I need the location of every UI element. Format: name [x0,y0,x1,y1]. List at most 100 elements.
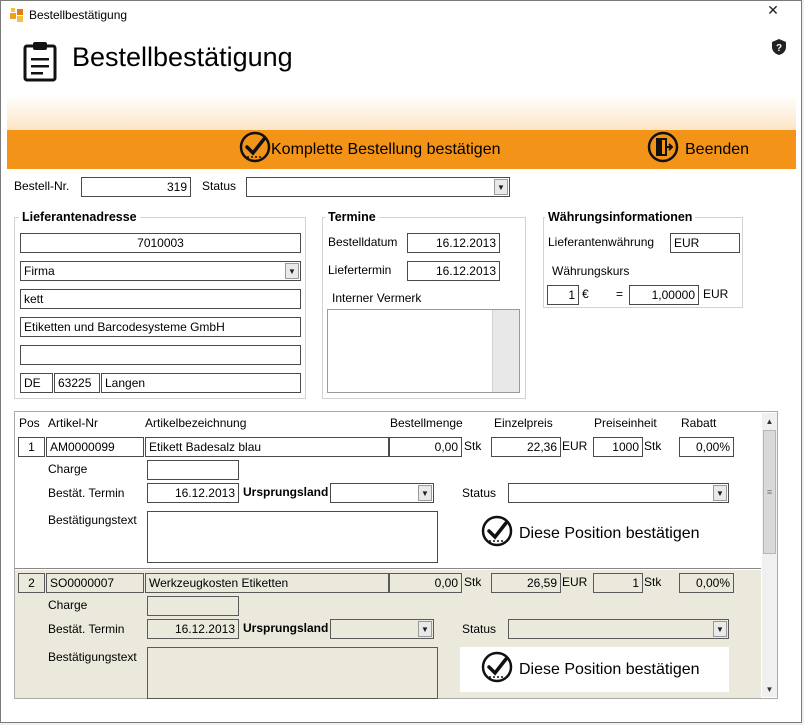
name2-field[interactable]: Etiketten und Barcodesysteme GmbH [20,317,301,337]
clipboard-icon [22,40,58,85]
chevron-down-icon[interactable]: ▼ [418,485,432,501]
confirm-text-field[interactable] [147,511,438,563]
price-unit-label: Stk [644,439,662,453]
salutation-value: Firma [24,264,55,278]
supplier-currency-field[interactable]: EUR [670,233,740,253]
col-article-nr: Artikel-Nr [48,416,98,430]
position-status-label: Status [462,622,497,636]
name1-field[interactable]: kett [20,289,301,309]
confirm-text-label: Bestätigungstext [48,650,137,664]
order-date-field[interactable]: 16.12.2013 [407,233,500,253]
price-currency: EUR [562,575,588,589]
charge-field[interactable] [147,460,239,480]
origin-label: Ursprungsland [243,621,329,635]
discount-field[interactable]: 0,00% [679,573,734,593]
delivery-date-label: Liefertermin [328,263,392,277]
confirm-text-label: Bestätigungstext [48,513,137,527]
equals-sign: = [616,287,624,301]
confirm-date-field[interactable]: 16.12.2013 [147,619,239,639]
pos-field: 1 [18,437,45,457]
supplier-number-field[interactable]: 7010003 [20,233,301,253]
discount-field[interactable]: 0,00% [679,437,734,457]
rate-left-field[interactable]: 1 [547,285,579,305]
status-label: Status [202,179,237,193]
exit-door-icon [647,131,679,168]
delivery-date-field[interactable]: 16.12.2013 [407,261,500,281]
confirm-position-button[interactable]: Diese Position bestätigen [481,515,700,552]
description-field[interactable]: Etikett Badesalz blau [145,437,389,457]
charge-label: Charge [48,462,88,476]
confirm-position-button[interactable]: Diese Position bestätigen [481,651,700,686]
article-nr-field[interactable]: SO0000007 [46,573,144,593]
confirm-date-field[interactable]: 16.12.2013 [147,483,239,503]
position-status-select[interactable]: ▼ [508,483,729,503]
col-unit-price: Einzelpreis [494,416,553,430]
internal-note-textarea[interactable] [327,309,520,393]
order-date-label: Bestelldatum [328,235,398,249]
check-circle-icon [481,515,513,552]
origin-select[interactable]: ▼ [330,483,434,503]
country-field[interactable]: DE [20,373,53,393]
salutation-select[interactable]: Firma ▼ [20,261,301,281]
position-status-select[interactable]: ▼ [508,619,729,639]
internal-note-label: Interner Vermerk [332,291,422,305]
currency-title: Währungsinformationen [545,210,696,224]
description-field[interactable]: Werkzeugkosten Etiketten [145,573,389,593]
position-status-label: Status [462,486,497,500]
close-icon[interactable]: ✕ [751,0,795,20]
status-select[interactable]: ▼ [246,177,510,197]
order-nr-field[interactable]: 319 [81,177,191,197]
confirm-position-label: Diese Position bestätigen [519,524,700,542]
confirm-date-label: Bestät. Termin [48,486,125,500]
price-unit-field[interactable]: 1000 [593,437,643,457]
app-icon [9,7,25,26]
help-shield-icon[interactable]: ? [771,38,787,59]
unit-price-field[interactable]: 22,36 [491,437,561,457]
origin-label: Ursprungsland [243,485,329,499]
confirm-order-button[interactable]: Komplette Bestellung bestätigen [239,131,501,168]
exit-label: Beenden [685,140,750,158]
rate-right-field[interactable]: 1,00000 [629,285,699,305]
rate-currency: EUR [703,287,729,301]
origin-select[interactable]: ▼ [330,619,434,639]
chevron-down-icon[interactable]: ▼ [494,179,508,195]
quantity-unit: Stk [464,439,482,453]
charge-field[interactable] [147,596,239,616]
pos-field: 2 [18,573,45,593]
chevron-down-icon[interactable]: ▼ [285,263,299,279]
zip-field[interactable]: 63225 [54,373,100,393]
supplier-currency-label: Lieferantenwährung [548,235,655,249]
chevron-down-icon[interactable]: ▼ [713,485,727,501]
price-unit-label: Stk [644,575,662,589]
price-currency: EUR [562,439,588,453]
page-title: Bestellbestätigung [72,42,293,72]
quantity-field[interactable]: 0,00 [389,437,462,457]
chevron-down-icon[interactable]: ▼ [713,621,727,637]
confirm-position-label: Diese Position bestätigen [519,660,700,678]
header-gradient [7,95,796,131]
exit-button[interactable]: Beenden [647,131,750,168]
scroll-up-icon[interactable]: ▲ [763,413,776,429]
city-field[interactable]: Langen [101,373,301,393]
unit-price-field[interactable]: 26,59 [491,573,561,593]
chevron-down-icon[interactable]: ▼ [418,621,432,637]
article-nr-field[interactable]: AM0000099 [46,437,144,457]
confirm-date-label: Bestät. Termin [48,622,125,636]
dates-title: Termine [325,210,379,224]
order-nr-label: Bestell-Nr. [14,179,70,193]
scrollbar[interactable] [492,310,519,392]
col-description: Artikelbezeichnung [145,416,247,430]
price-unit-field[interactable]: 1 [593,573,643,593]
check-circle-icon [239,131,271,168]
confirm-text-field[interactable] [147,647,438,699]
scroll-down-icon[interactable]: ▼ [763,681,776,697]
quantity-field[interactable]: 0,00 [389,573,462,593]
scroll-thumb[interactable]: ≡ [763,430,776,554]
confirm-order-label: Komplette Bestellung bestätigen [271,140,501,158]
quantity-unit: Stk [464,575,482,589]
scrollbar[interactable]: ▲ ≡ ▼ [762,413,777,697]
svg-text:?: ? [776,43,782,54]
col-pos: Pos [19,416,40,430]
col-quantity: Bestellmenge [390,416,463,430]
street-field[interactable] [20,345,301,365]
